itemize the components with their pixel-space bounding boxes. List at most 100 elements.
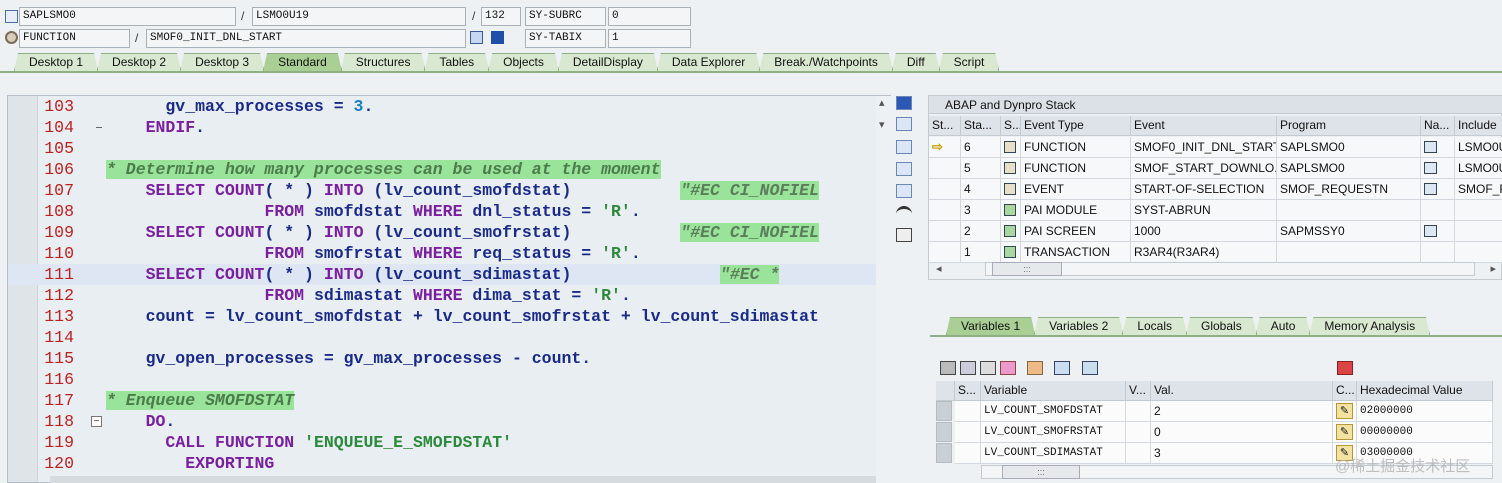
scroll-right-arrow[interactable]: ▸ — [1490, 262, 1496, 275]
navigate-icon[interactable] — [1424, 183, 1437, 195]
new-window-icon[interactable] — [896, 117, 912, 131]
code-line[interactable]: 106 * Determine how many processes can be… — [8, 159, 878, 180]
fullscreen-icon[interactable] — [896, 162, 912, 176]
row-selector[interactable] — [936, 443, 952, 463]
var-cell[interactable] — [955, 401, 981, 422]
display-object-icon[interactable] — [470, 31, 483, 44]
program-field[interactable]: SAPLSMO0 — [19, 7, 236, 26]
tab-script[interactable]: Script — [939, 53, 1000, 71]
var-col-header[interactable]: Val. — [1151, 381, 1333, 401]
stack-cell[interactable] — [1421, 221, 1455, 242]
stack-cell[interactable] — [1421, 200, 1455, 221]
stack-cell[interactable]: SMOF_F — [1455, 179, 1502, 200]
type-field[interactable]: FUNCTION — [19, 29, 130, 48]
tab-break-watchpoints[interactable]: Break./Watchpoints — [759, 53, 893, 71]
var-cell[interactable] — [1126, 443, 1151, 464]
scroll-grip[interactable]: ::: — [992, 262, 1062, 276]
stack-cell[interactable] — [1001, 200, 1021, 221]
scroll-left-arrow[interactable]: ◂ — [936, 262, 942, 275]
stack-cell[interactable] — [1277, 242, 1421, 263]
var-tab-locals[interactable]: Locals — [1122, 317, 1187, 335]
code-line[interactable]: 120 EXPORTING — [8, 453, 878, 474]
var-tab-variables-2[interactable]: Variables 2 — [1034, 317, 1123, 335]
navigate-icon[interactable] — [1424, 141, 1437, 153]
stack-cell[interactable] — [1421, 242, 1455, 263]
navigate-icon[interactable] — [1424, 225, 1437, 237]
tab-structures[interactable]: Structures — [341, 53, 426, 71]
stack-cell[interactable] — [929, 200, 961, 221]
var-cell[interactable] — [1126, 401, 1151, 422]
name-field[interactable]: SMOF0_INIT_DNL_START — [146, 29, 466, 48]
editor-vertical-scrollbar[interactable]: ▴ ▾ — [876, 96, 891, 483]
tab-standard[interactable]: Standard — [263, 53, 342, 71]
code-line[interactable]: 119 CALL FUNCTION 'ENQUEUE_E_SMOFDSTAT' — [8, 432, 878, 453]
edit-pencil-icon[interactable]: ✎ — [1336, 424, 1353, 440]
stack-cell[interactable]: SAPLSMO0 — [1277, 137, 1421, 158]
stack-cell[interactable] — [1001, 137, 1021, 158]
code-editor[interactable]: 103 gv_max_processes = 3. 104 ENDIF. 105 10… — [7, 95, 891, 483]
code-line[interactable]: 107 SELECT COUNT( * ) INTO (lv_count_smo… — [8, 180, 878, 201]
stack-cell[interactable]: SMOF_REQUESTN — [1277, 179, 1421, 200]
var-tab-memory-analysis[interactable]: Memory Analysis — [1309, 317, 1430, 335]
scroll-up-arrow[interactable]: ▴ — [879, 96, 885, 109]
row-selector[interactable] — [936, 401, 952, 421]
headset-icon[interactable] — [896, 206, 912, 220]
stack-cell[interactable] — [1001, 242, 1021, 263]
details-icon[interactable] — [960, 361, 976, 375]
stack-cell[interactable] — [929, 221, 961, 242]
code-line[interactable]: 104 ENDIF. — [8, 117, 878, 138]
scroll-down-arrow[interactable]: ▾ — [879, 118, 885, 131]
stack-col-header[interactable]: Include — [1455, 116, 1502, 136]
stack-cell[interactable]: PAI SCREEN — [1021, 221, 1131, 242]
stack-cell[interactable]: SMOF_START_DOWNLO... — [1131, 158, 1277, 179]
stack-cell[interactable] — [1455, 221, 1502, 242]
stack-cell[interactable]: FUNCTION — [1021, 158, 1131, 179]
include-field[interactable]: LSMO0U19 — [252, 7, 466, 26]
var-select-all[interactable] — [936, 381, 955, 401]
save-icon[interactable] — [1337, 361, 1353, 375]
var-hex-cell[interactable]: 02000000 — [1357, 401, 1493, 422]
stack-col-header[interactable]: Sta... — [961, 116, 1001, 136]
var-name-cell[interactable]: LV_COUNT_SMOFDSTAT — [981, 401, 1126, 422]
collapse-icon[interactable]: − — [91, 416, 102, 427]
list-delete-icon[interactable] — [1000, 361, 1016, 375]
close-icon[interactable] — [896, 96, 912, 110]
var-tab-auto[interactable]: Auto — [1256, 317, 1311, 335]
stack-cell[interactable] — [1421, 158, 1455, 179]
editor-horizontal-scrollbar[interactable] — [50, 476, 876, 483]
code-line[interactable]: 115 gv_open_processes = gv_max_processes… — [8, 348, 878, 369]
stack-col-header[interactable]: St... — [929, 116, 961, 136]
delete-icon[interactable] — [940, 361, 956, 375]
stack-cell[interactable] — [929, 242, 961, 263]
stack-cell[interactable]: 1 — [961, 242, 1001, 263]
code-line[interactable]: 118 DO. — [8, 411, 878, 432]
stack-cell[interactable]: 3 — [961, 200, 1001, 221]
stack-col-header[interactable]: Event — [1131, 116, 1277, 136]
var-cell[interactable] — [955, 422, 981, 443]
pointer-icon[interactable] — [1082, 361, 1098, 375]
var-col-header[interactable]: Variable — [981, 381, 1126, 401]
stack-cell[interactable]: SMOF0_INIT_DNL_START — [1131, 137, 1277, 158]
list-icon[interactable] — [980, 361, 996, 375]
stack-cell[interactable]: FUNCTION — [1021, 137, 1131, 158]
tab-desktop-1[interactable]: Desktop 1 — [14, 53, 98, 71]
var-value-cell[interactable]: 0 — [1151, 422, 1333, 443]
stack-cell[interactable] — [1455, 242, 1502, 263]
stack-cell[interactable]: LSMO0U — [1455, 158, 1502, 179]
stack-cell[interactable]: SYST-ABRUN — [1131, 200, 1277, 221]
code-line[interactable]: 109 SELECT COUNT( * ) INTO (lv_count_smo… — [8, 222, 878, 243]
code-line[interactable]: 117 * Enqueue SMOFDSTAT — [8, 390, 878, 411]
edit-pencil-icon[interactable]: ✎ — [1336, 403, 1353, 419]
stack-cell[interactable]: EVENT — [1021, 179, 1131, 200]
stack-cell[interactable] — [929, 158, 961, 179]
tab-objects[interactable]: Objects — [488, 53, 559, 71]
stack-col-header[interactable]: S... — [1001, 116, 1021, 136]
var-cell[interactable]: ✎ — [1333, 422, 1357, 443]
tab-detaildisplay[interactable]: DetailDisplay — [558, 53, 658, 71]
var-name-cell[interactable]: LV_COUNT_SDIMASTAT — [981, 443, 1126, 464]
stack-cell[interactable]: START-OF-SELECTION — [1131, 179, 1277, 200]
stack-cell[interactable]: 4 — [961, 179, 1001, 200]
code-line[interactable]: 105 — [8, 138, 878, 159]
info-icon[interactable] — [491, 31, 504, 44]
stack-cell[interactable]: 2 — [961, 221, 1001, 242]
